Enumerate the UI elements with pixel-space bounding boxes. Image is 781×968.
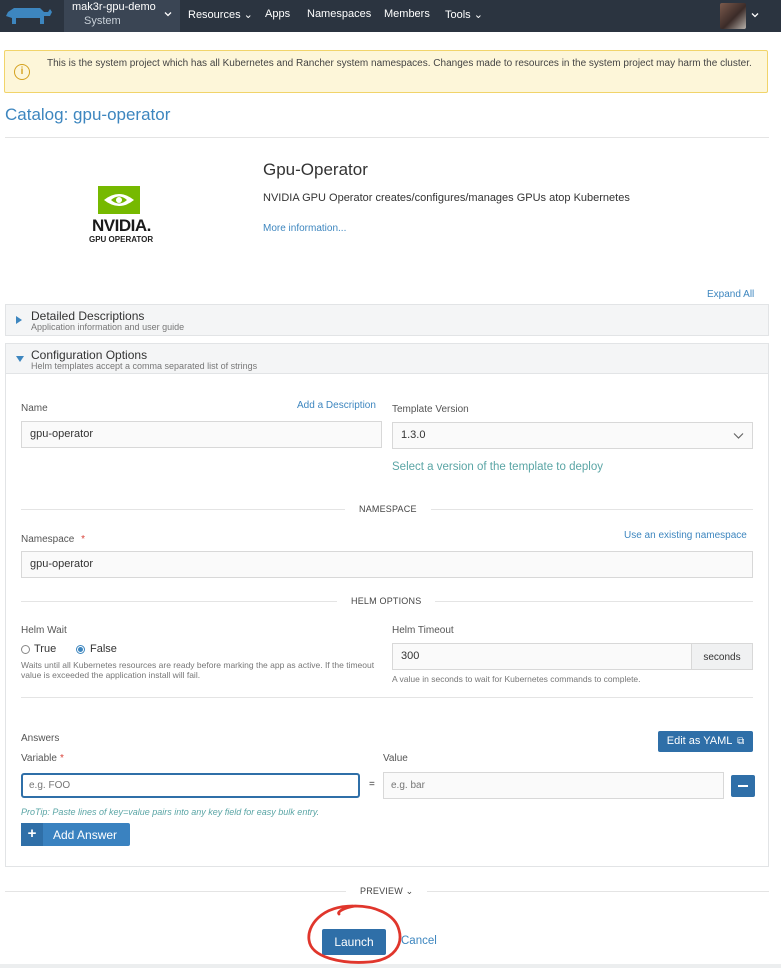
nav-resources[interactable]: Resources ⌄: [188, 8, 253, 21]
nvidia-logo: NVIDIA. GPU OPERATOR: [84, 184, 156, 246]
add-description-link[interactable]: Add a Description: [297, 400, 376, 411]
accordion-subtitle: Application information and user guide: [31, 322, 185, 332]
rancher-logo[interactable]: [0, 0, 64, 32]
more-information-link[interactable]: More information...: [263, 223, 346, 234]
chevron-down-icon: ⌄: [473, 9, 483, 21]
namespace-input[interactable]: gpu-operator: [21, 551, 753, 578]
logo-subtitle: GPU OPERATOR: [89, 235, 154, 244]
app-description: NVIDIA GPU Operator creates/configures/m…: [263, 192, 630, 204]
caret-right-icon: [16, 316, 22, 324]
namespace-label: Namespace *: [21, 534, 86, 545]
chevron-down-icon: [733, 433, 744, 439]
helm-wait-help: Waits until all Kubernetes resources are…: [21, 660, 375, 680]
value-input[interactable]: [383, 772, 724, 799]
name-input[interactable]: gpu-operator: [21, 421, 382, 448]
caret-down-icon: [16, 356, 24, 362]
bottom-bar: [0, 964, 781, 968]
copy-icon: ⧉: [737, 736, 745, 747]
minus-icon: [738, 785, 748, 787]
cluster-name: mak3r-gpu-demo: [72, 1, 156, 13]
seconds-addon: seconds: [691, 643, 753, 670]
namespace-section-header: NAMESPACE: [345, 504, 431, 514]
protip-text: ProTip: Paste lines of key=value pairs i…: [21, 807, 320, 817]
remove-answer-button[interactable]: [731, 775, 755, 797]
value-label: Value: [383, 753, 408, 764]
helm-wait-true-radio[interactable]: [21, 645, 30, 654]
nvidia-eye-icon: [98, 186, 140, 214]
chevron-down-icon: ⌄: [405, 886, 414, 896]
equals-sign: =: [369, 779, 375, 790]
page-title: Catalog: gpu-operator: [5, 105, 171, 124]
plus-icon: +: [21, 823, 43, 846]
template-version-value: 1.3.0: [401, 429, 426, 441]
preview-toggle[interactable]: PREVIEW ⌄: [346, 886, 428, 897]
chevron-down-icon: ⌄: [243, 9, 253, 21]
template-version-select[interactable]: 1.3.0: [392, 422, 753, 449]
helm-wait-false-radio[interactable]: [76, 645, 85, 654]
add-answer-button[interactable]: + Add Answer: [21, 823, 130, 846]
nav-namespaces[interactable]: Namespaces: [307, 8, 371, 20]
accordion-subtitle: Helm templates accept a comma separated …: [31, 361, 258, 371]
required-mark: *: [81, 534, 86, 545]
helm-wait-false-label[interactable]: False: [90, 643, 117, 655]
accordion-configuration-options[interactable]: Configuration Options Helm templates acc…: [5, 343, 769, 374]
helm-timeout-input[interactable]: 300: [392, 643, 692, 670]
helm-timeout-label: Helm Timeout: [392, 625, 454, 636]
red-circle-annotation: [307, 904, 402, 964]
divider: [5, 137, 769, 138]
project-name: System: [84, 15, 121, 27]
accordion-title: Detailed Descriptions: [31, 309, 145, 323]
nav-apps[interactable]: Apps: [265, 8, 290, 20]
template-version-help: Select a version of the template to depl…: [392, 461, 603, 473]
variable-label: Variable *: [21, 753, 64, 764]
helm-options-section-header: HELM OPTIONS: [337, 596, 436, 606]
nav-members[interactable]: Members: [384, 8, 430, 20]
cluster-project-switcher[interactable]: mak3r-gpu-demo System: [64, 0, 180, 32]
helm-wait-true-label[interactable]: True: [34, 643, 56, 655]
avatar[interactable]: [720, 3, 746, 29]
divider: [21, 697, 753, 698]
top-nav: mak3r-gpu-demo System Resources ⌄ Apps Na…: [0, 0, 781, 32]
use-existing-namespace-link[interactable]: Use an existing namespace: [624, 530, 747, 541]
name-label: Name: [21, 403, 48, 414]
edit-as-yaml-button[interactable]: Edit as YAML ⧉: [658, 731, 753, 752]
accordion-detailed-descriptions[interactable]: Detailed Descriptions Application inform…: [5, 304, 769, 336]
chevron-down-icon[interactable]: [751, 11, 759, 19]
variable-input[interactable]: [21, 773, 360, 798]
template-version-label: Template Version: [392, 404, 469, 415]
app-title: Gpu-Operator: [263, 160, 368, 179]
system-project-warning: i This is the system project which has a…: [4, 50, 768, 93]
logo-word: NVIDIA.: [92, 216, 151, 235]
accordion-title: Configuration Options: [31, 348, 148, 362]
nav-tools[interactable]: Tools ⌄: [445, 8, 483, 21]
chevron-down-icon: [164, 12, 172, 17]
helm-timeout-help: A value in seconds to wait for Kubernete…: [392, 674, 641, 684]
warning-text: This is the system project which has all…: [47, 58, 752, 69]
answers-label: Answers: [21, 733, 60, 744]
expand-all-link[interactable]: Expand All: [707, 289, 754, 300]
info-icon: i: [14, 64, 30, 80]
helm-wait-label: Helm Wait: [21, 625, 67, 636]
